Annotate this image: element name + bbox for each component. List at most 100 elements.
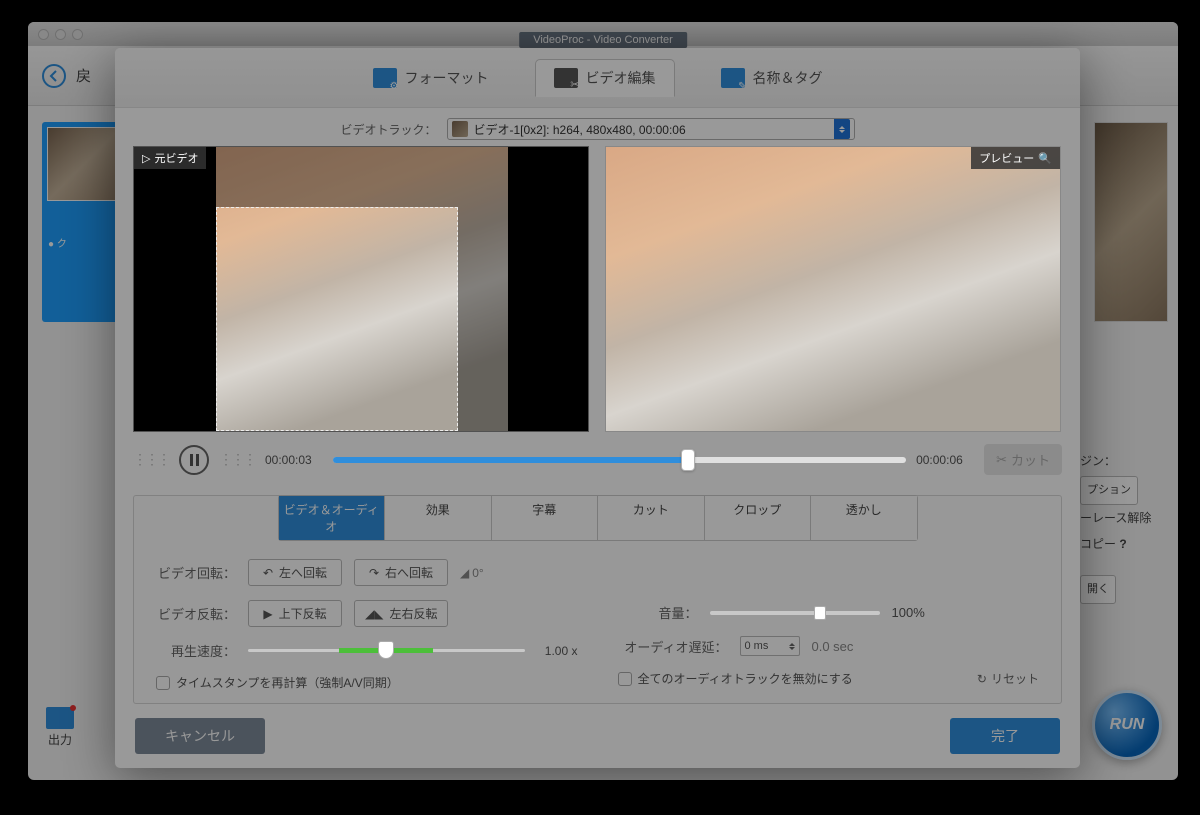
timeline-row: ⋮⋮⋮ ⋮⋮⋮ 00:00:03 00:00:06 ✂ カット	[115, 432, 1080, 481]
preview-label: プレビュー 🔍	[971, 147, 1060, 169]
source-label-text: 元ビデオ	[154, 150, 198, 166]
audio-delay-label: オーディオ遅延：	[618, 637, 728, 656]
grip-left-icon[interactable]: ⋮⋮⋮	[133, 451, 169, 468]
flip-horizontal-button[interactable]: ◢◣左右反転	[354, 600, 448, 627]
copy-label: コピー	[1080, 537, 1116, 551]
redo-icon: ↷	[369, 566, 379, 580]
volume-value: 100%	[892, 605, 925, 620]
right-column: 音量： 100% オーディオ遅延： 0 ms 0.0 sec	[618, 559, 1040, 691]
play-icon: ▷	[142, 152, 150, 165]
video-edit-dialog: フォーマット ビデオ編集 名称＆タグ ビデオトラック： ビデオ-1[0x2]: …	[115, 48, 1080, 768]
video-track-value: ビデオ-1[0x2]: h264, 480x480, 00:00:06	[474, 121, 686, 138]
audio-delay-input[interactable]: 0 ms	[740, 636, 800, 656]
subtab-watermark[interactable]: 透かし	[811, 496, 917, 540]
back-arrow-icon[interactable]	[42, 64, 66, 88]
edit-icon	[554, 68, 578, 88]
volume-slider[interactable]	[710, 611, 880, 615]
tab-format[interactable]: フォーマット	[355, 60, 507, 96]
option-button[interactable]: プション	[1080, 476, 1138, 504]
timeline-slider[interactable]	[333, 457, 906, 463]
tab-edit-label: ビデオ編集	[586, 68, 656, 88]
preview-row: ▷ 元ビデオ プレビュー 🔍	[115, 146, 1080, 432]
speed-value: 1.00	[545, 644, 568, 658]
top-tabs: フォーマット ビデオ編集 名称＆タグ	[115, 48, 1080, 108]
stepper-icon[interactable]	[789, 640, 795, 653]
traffic-light-close[interactable]	[38, 29, 49, 40]
panel-body: ビデオ回転： ↶左へ回転 ↷右へ回転 ◢0° ビデオ反転： ▶上下反転 ◢◣左右…	[134, 541, 1061, 701]
recalc-ts-label: タイムスタンプを再計算（強制A/V同期）	[176, 674, 399, 691]
speed-row: 再生速度： 1.00 x	[156, 641, 578, 660]
window-title: VideoProc - Video Converter	[519, 32, 687, 48]
tab-video-edit[interactable]: ビデオ編集	[535, 59, 675, 97]
disable-audio-row: 全てのオーディオトラックを無効にする ↻ リセット	[618, 670, 1040, 687]
undo-icon: ↶	[263, 566, 273, 580]
cancel-button[interactable]: キャンセル	[135, 718, 265, 754]
engine-label: ジン：	[1080, 448, 1168, 474]
titlebar: VideoProc - Video Converter	[28, 22, 1178, 46]
background-right-panel: ジン： プション ーレース解除 コピー ? 開く	[1080, 448, 1168, 604]
select-arrows-icon	[834, 119, 850, 139]
time-end: 00:00:06	[916, 453, 974, 467]
scissors-icon: ✂	[996, 452, 1007, 468]
subtab-subtitle[interactable]: 字幕	[492, 496, 599, 540]
subtab-cut[interactable]: カット	[598, 496, 705, 540]
video-track-label: ビデオトラック：	[340, 121, 436, 138]
timeline-handle[interactable]	[681, 449, 695, 471]
disable-audio-checkbox[interactable]: 全てのオーディオトラックを無効にする	[618, 670, 853, 687]
source-label: ▷ 元ビデオ	[134, 147, 206, 169]
output-preview[interactable]: プレビュー 🔍	[605, 146, 1061, 432]
subtab-video-audio[interactable]: ビデオ＆オーディオ	[279, 496, 386, 540]
done-button[interactable]: 完了	[950, 718, 1060, 754]
timeline-fill	[333, 457, 688, 463]
back-label: 戻	[76, 65, 91, 86]
open-button[interactable]: 開く	[1080, 575, 1116, 603]
magnify-icon[interactable]: 🔍	[1038, 152, 1052, 165]
pause-button[interactable]	[179, 445, 209, 475]
angle-indicator: ◢0°	[460, 566, 484, 580]
preview-label-text: プレビュー	[979, 150, 1034, 166]
tab-format-label: フォーマット	[405, 68, 489, 88]
source-video-frame	[216, 147, 508, 431]
deinterlace-label: ーレース解除	[1080, 505, 1168, 531]
video-track-row: ビデオトラック： ビデオ-1[0x2]: h264, 480x480, 00:0…	[115, 108, 1080, 146]
left-column: ビデオ回転： ↶左へ回転 ↷右へ回転 ◢0° ビデオ反転： ▶上下反転 ◢◣左右…	[156, 559, 578, 691]
output-label: 出力	[48, 731, 72, 748]
background-clip-thumb[interactable]: ● ク	[42, 122, 126, 322]
traffic-light-max[interactable]	[72, 29, 83, 40]
rotate-right-button[interactable]: ↷ 右へ回転	[354, 559, 448, 586]
output-video-frame	[606, 147, 1060, 431]
output-button[interactable]: 出力	[46, 707, 74, 748]
volume-slider-handle[interactable]	[814, 606, 826, 620]
flip-vertical-button[interactable]: ▶上下反転	[248, 600, 342, 627]
rotate-right-label: 右へ回転	[385, 564, 433, 581]
recalc-timestamp-checkbox[interactable]: タイムスタンプを再計算（強制A/V同期）	[156, 674, 578, 691]
video-track-select[interactable]: ビデオ-1[0x2]: h264, 480x480, 00:00:06	[447, 118, 855, 140]
help-icon[interactable]: ?	[1119, 537, 1126, 551]
tab-name-tag[interactable]: 名称＆タグ	[703, 60, 841, 96]
subtab-crop[interactable]: クロップ	[705, 496, 812, 540]
sub-tabs: ビデオ＆オーディオ 効果 字幕 カット クロップ 透かし	[278, 495, 918, 541]
time-start: 00:00:03	[265, 453, 323, 467]
rotate-row: ビデオ回転： ↶左へ回転 ↷右へ回転 ◢0°	[156, 559, 578, 586]
settings-panel: ビデオ＆オーディオ 効果 字幕 カット クロップ 透かし ビデオ回転： ↶左へ回…	[133, 495, 1062, 704]
audio-delay-sec: 0.0 sec	[812, 639, 854, 654]
run-button[interactable]: RUN	[1092, 690, 1162, 760]
speed-slider[interactable]	[248, 648, 525, 653]
grip-right-icon[interactable]: ⋮⋮⋮	[219, 451, 255, 468]
run-label: RUN	[1110, 716, 1145, 734]
speed-slider-handle[interactable]	[378, 641, 394, 659]
rotate-left-label: 左へ回転	[279, 564, 327, 581]
flip-h-label: 左右反転	[389, 605, 437, 622]
checkbox-icon	[156, 676, 170, 690]
reset-button[interactable]: ↻ リセット	[977, 670, 1039, 687]
dialog-footer: キャンセル 完了	[115, 704, 1080, 768]
angle-icon: ◢	[460, 566, 469, 580]
cut-button[interactable]: ✂ カット	[984, 444, 1062, 475]
subtab-effect[interactable]: 効果	[385, 496, 492, 540]
clip-thumbnail	[47, 127, 121, 201]
checkbox-icon	[618, 672, 632, 686]
traffic-light-min[interactable]	[55, 29, 66, 40]
rotate-left-button[interactable]: ↶ 左へ回転	[248, 559, 342, 586]
source-preview[interactable]: ▷ 元ビデオ	[133, 146, 589, 432]
cut-button-label: カット	[1011, 450, 1050, 469]
